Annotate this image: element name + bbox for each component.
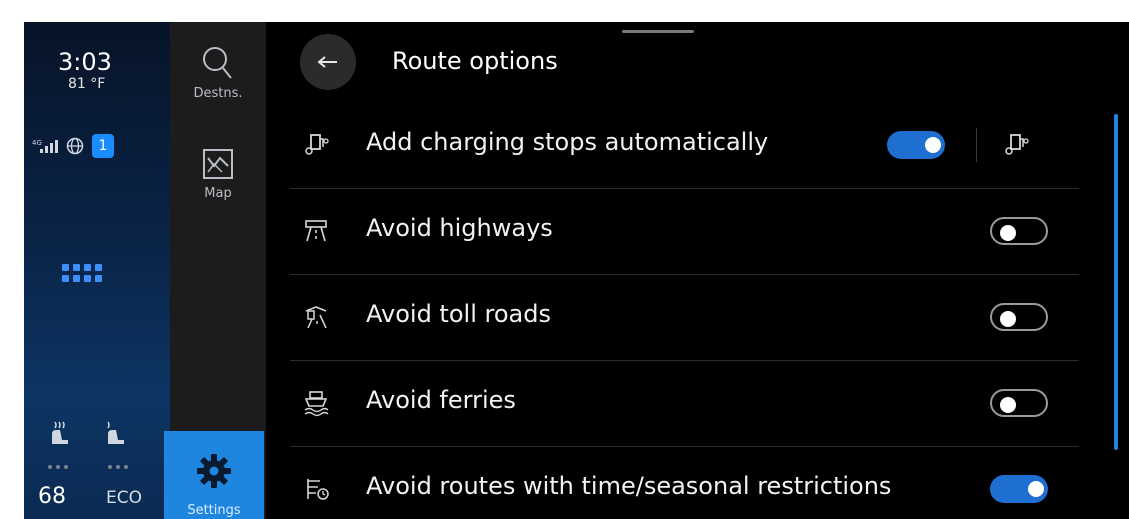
clock: 3:03 xyxy=(58,48,112,76)
avoid-ferries-toggle[interactable] xyxy=(990,389,1048,417)
status-icons: 4G 1 xyxy=(32,134,114,158)
seat-controls xyxy=(46,420,128,448)
search-icon xyxy=(203,47,232,79)
nav-map-label: Map xyxy=(204,186,232,201)
restriction-icon xyxy=(307,479,329,500)
option-row-ferries[interactable]: Avoid ferries xyxy=(290,360,1079,447)
nav-settings[interactable]: Settings xyxy=(164,431,264,519)
drive-mode[interactable]: ECO xyxy=(106,488,142,508)
charging-stop-settings-icon[interactable] xyxy=(1002,131,1030,159)
option-label: Avoid ferries xyxy=(366,386,516,414)
avoid-toll-roads-toggle[interactable] xyxy=(990,303,1048,331)
charging-stop-icon xyxy=(305,134,329,155)
ferry-icon xyxy=(304,391,329,417)
avoid-time-restrictions-toggle[interactable] xyxy=(990,475,1048,503)
map-icon xyxy=(203,149,233,179)
avoid-highways-toggle[interactable] xyxy=(990,217,1048,245)
charging-stops-toggle[interactable] xyxy=(887,131,945,159)
nav-map[interactable]: Map xyxy=(170,146,266,201)
back-arrow-icon xyxy=(317,56,337,68)
scrollbar[interactable] xyxy=(1114,114,1118,450)
option-row-toll-roads[interactable]: Avoid toll roads xyxy=(290,274,1079,361)
nav-destinations[interactable]: Destns. xyxy=(170,44,266,101)
toll-road-icon xyxy=(305,306,327,329)
option-row-time-restrictions[interactable]: Avoid routes with time/seasonal restrict… xyxy=(290,446,1079,519)
option-label: Add charging stops automatically xyxy=(366,128,769,156)
nav-destinations-label: Destns. xyxy=(193,86,243,101)
gear-icon xyxy=(197,454,231,488)
option-label: Avoid highways xyxy=(366,214,553,242)
highway-icon xyxy=(305,220,327,242)
nav-column: Destns. Map Settings xyxy=(164,22,266,519)
back-button[interactable] xyxy=(300,34,356,90)
seat-vent-level xyxy=(108,465,128,469)
seat-ventilation-icon[interactable] xyxy=(102,420,128,448)
nav-settings-label: Settings xyxy=(187,503,241,518)
option-row-charging-stops[interactable]: Add charging stops automatically xyxy=(290,102,1079,189)
cabin-temperature[interactable]: 68 xyxy=(38,484,66,509)
status-column: 3:03 81 °F 4G 1 68 ECO xyxy=(24,22,170,519)
infotainment-screen: 3:03 81 °F 4G 1 68 ECO Destns. Map Setti… xyxy=(24,22,1129,519)
outside-temperature: 81 °F xyxy=(68,76,106,92)
seat-heat-level xyxy=(48,465,68,469)
notification-badge[interactable]: 1 xyxy=(92,134,114,158)
drag-handle[interactable] xyxy=(622,30,694,33)
svg-text:4G: 4G xyxy=(32,139,42,147)
option-row-highways[interactable]: Avoid highways xyxy=(290,188,1079,275)
option-label: Avoid routes with time/seasonal restrict… xyxy=(366,472,892,500)
route-options-panel: Route options Add charging stops automat… xyxy=(266,22,1129,519)
apps-grid-icon[interactable] xyxy=(62,264,102,282)
signal-icon: 4G xyxy=(32,139,58,153)
divider xyxy=(976,128,977,162)
page-title: Route options xyxy=(392,47,558,75)
seat-heat-icon[interactable] xyxy=(46,420,72,448)
globe-icon xyxy=(66,137,84,155)
option-label: Avoid toll roads xyxy=(366,300,551,328)
